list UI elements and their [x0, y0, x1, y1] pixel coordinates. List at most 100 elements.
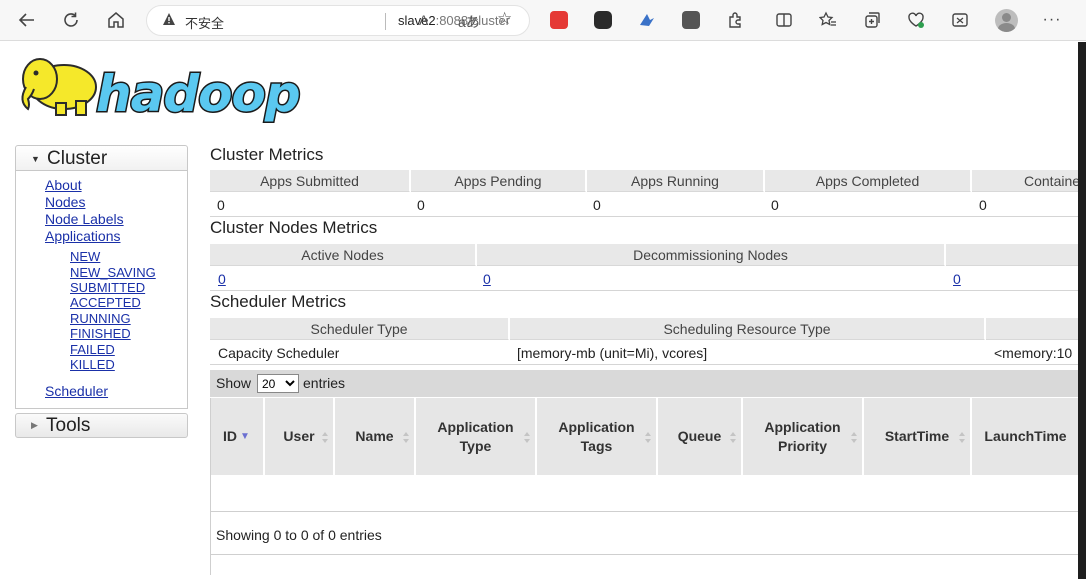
sidebar-link-nodes[interactable]: Nodes: [45, 194, 85, 210]
blue-bird-extension-icon[interactable]: [638, 11, 656, 29]
sidebar-link-applications[interactable]: Applications: [45, 228, 121, 244]
table-empty-row: [210, 475, 1086, 512]
collections-icon[interactable]: [858, 6, 886, 34]
sort-icon: [645, 432, 652, 444]
page-content: hadoop ▼ Cluster About Nodes Node Labels…: [0, 41, 1086, 579]
table-info: Showing 0 to 0 of 0 entries: [216, 527, 382, 543]
split-screen-icon[interactable]: [770, 6, 798, 34]
table-length-bar: Show 20 entries: [210, 370, 1086, 397]
th-containers: Containe: [972, 170, 1080, 192]
hadoop-logo[interactable]: hadoop: [16, 49, 316, 125]
expand-arrow-icon: ▼: [31, 154, 40, 164]
col-application-priority[interactable]: Application Priority: [743, 398, 863, 475]
show-label: Show: [216, 375, 252, 391]
app-state-running[interactable]: RUNNING: [70, 311, 131, 326]
scheduler-metrics-title: Scheduler Metrics: [210, 292, 347, 311]
extension-icon[interactable]: [721, 6, 749, 34]
th-scheduler-extra: [986, 318, 1080, 340]
sidebar-link-node-labels[interactable]: Node Labels: [45, 211, 124, 227]
tools-section-title: Tools: [46, 415, 91, 436]
decommissioning-nodes-link[interactable]: 0: [483, 271, 491, 287]
row-divider: [210, 290, 1080, 291]
val-active-nodes[interactable]: 0: [218, 268, 226, 290]
cluster-metrics-title: Cluster Metrics: [210, 145, 324, 164]
browser-toolbar: 不安全 slave2:8088/cluster A aあ ☆ ···: [0, 0, 1086, 41]
col-id[interactable]: ID ▼: [210, 398, 264, 475]
tools-section-header[interactable]: ▶ Tools: [15, 413, 188, 438]
val-scheduling-resource-type: [memory-mb (unit=Mi), vcores]: [517, 345, 708, 361]
insecure-label: 不安全: [185, 16, 225, 31]
th-decommissioning-nodes: Decommissioning Nodes: [477, 244, 945, 266]
profile-icon[interactable]: [995, 9, 1018, 32]
app-state-killed[interactable]: KILLED: [70, 357, 115, 372]
val-apps-running: 0: [593, 197, 601, 213]
screenshot-icon[interactable]: [946, 6, 974, 34]
app-state-new-saving[interactable]: NEW_SAVING: [70, 265, 156, 280]
warning-icon: [162, 12, 176, 29]
read-aloud-icon[interactable]: A: [419, 12, 428, 28]
col-start-time[interactable]: StartTime: [864, 398, 971, 475]
col-queue[interactable]: Queue: [658, 398, 742, 475]
app-state-accepted[interactable]: ACCEPTED: [70, 295, 141, 310]
app-state-submitted[interactable]: SUBMITTED: [70, 280, 145, 295]
col-user[interactable]: User: [265, 398, 334, 475]
refresh-icon[interactable]: [57, 6, 85, 34]
sort-icon: [524, 432, 531, 444]
sidebar-link-scheduler[interactable]: Scheduler: [45, 383, 108, 399]
cluster-section-title: Cluster: [47, 148, 108, 169]
page-size-select[interactable]: 20: [257, 374, 299, 393]
sort-icon: [403, 432, 410, 444]
edit-extension-icon[interactable]: [682, 11, 700, 29]
row-divider: [210, 364, 1080, 365]
performance-icon[interactable]: [902, 6, 930, 34]
favorites-icon[interactable]: [814, 6, 842, 34]
logo-text: hadoop: [96, 65, 300, 123]
th-apps-running: Apps Running: [587, 170, 764, 192]
th-scheduler-type: Scheduler Type: [210, 318, 509, 340]
active-nodes-link[interactable]: 0: [218, 271, 226, 287]
sidebar-link-about[interactable]: About: [45, 177, 82, 193]
th-apps-pending: Apps Pending: [411, 170, 586, 192]
home-icon[interactable]: [102, 6, 130, 34]
val-apps-pending: 0: [417, 197, 425, 213]
app-state-finished[interactable]: FINISHED: [70, 326, 131, 341]
app-state-new[interactable]: NEW: [70, 249, 100, 264]
mask-extension-icon[interactable]: [594, 11, 612, 29]
sort-icon: [959, 432, 966, 444]
col-application-type[interactable]: Application Type: [416, 398, 536, 475]
collapse-arrow-icon: ▶: [31, 420, 38, 430]
favorite-star-icon[interactable]: ☆: [497, 9, 512, 29]
background-window-edge: [1078, 42, 1086, 579]
th-nodes-extra: [946, 244, 1080, 266]
th-apps-completed: Apps Completed: [765, 170, 971, 192]
col-name[interactable]: Name: [335, 398, 415, 475]
entries-label: entries: [303, 375, 346, 391]
sidebar: ▼ Cluster About Nodes Node Labels Applic…: [15, 145, 188, 409]
col-launch-time[interactable]: LaunchTime: [972, 398, 1080, 475]
sort-desc-icon: ▼: [240, 431, 250, 442]
nodes-extra-link[interactable]: 0: [953, 271, 961, 287]
app-state-failed[interactable]: FAILED: [70, 342, 115, 357]
red-extension-icon[interactable]: [550, 11, 568, 29]
val-nodes-extra[interactable]: 0: [953, 268, 961, 290]
val-scheduler-type: Capacity Scheduler: [218, 345, 340, 361]
cluster-section-body: About Nodes Node Labels Applications NEW…: [15, 171, 188, 409]
cluster-section-header[interactable]: ▼ Cluster: [15, 145, 188, 171]
val-apps-completed: 0: [771, 197, 779, 213]
translate-icon[interactable]: aあ: [458, 12, 480, 32]
val-containers: 0: [979, 197, 987, 213]
th-apps-submitted: Apps Submitted: [210, 170, 410, 192]
col-application-tags[interactable]: Application Tags: [537, 398, 657, 475]
val-min-allocation: <memory:10: [994, 345, 1073, 361]
th-scheduling-resource-type: Scheduling Resource Type: [510, 318, 985, 340]
val-decommissioning-nodes[interactable]: 0: [483, 268, 491, 290]
address-bar[interactable]: 不安全 slave2:8088/cluster A aあ ☆: [146, 5, 530, 36]
sort-icon: [730, 432, 737, 444]
row-divider: [210, 216, 1080, 217]
more-icon[interactable]: ···: [1038, 6, 1066, 34]
url-text[interactable]: slave2:8088/cluster: [398, 13, 510, 28]
sort-icon: [322, 432, 329, 444]
back-arrow-icon[interactable]: [13, 6, 41, 34]
table-bottom-border: [210, 554, 1086, 555]
address-separator: [385, 13, 386, 30]
